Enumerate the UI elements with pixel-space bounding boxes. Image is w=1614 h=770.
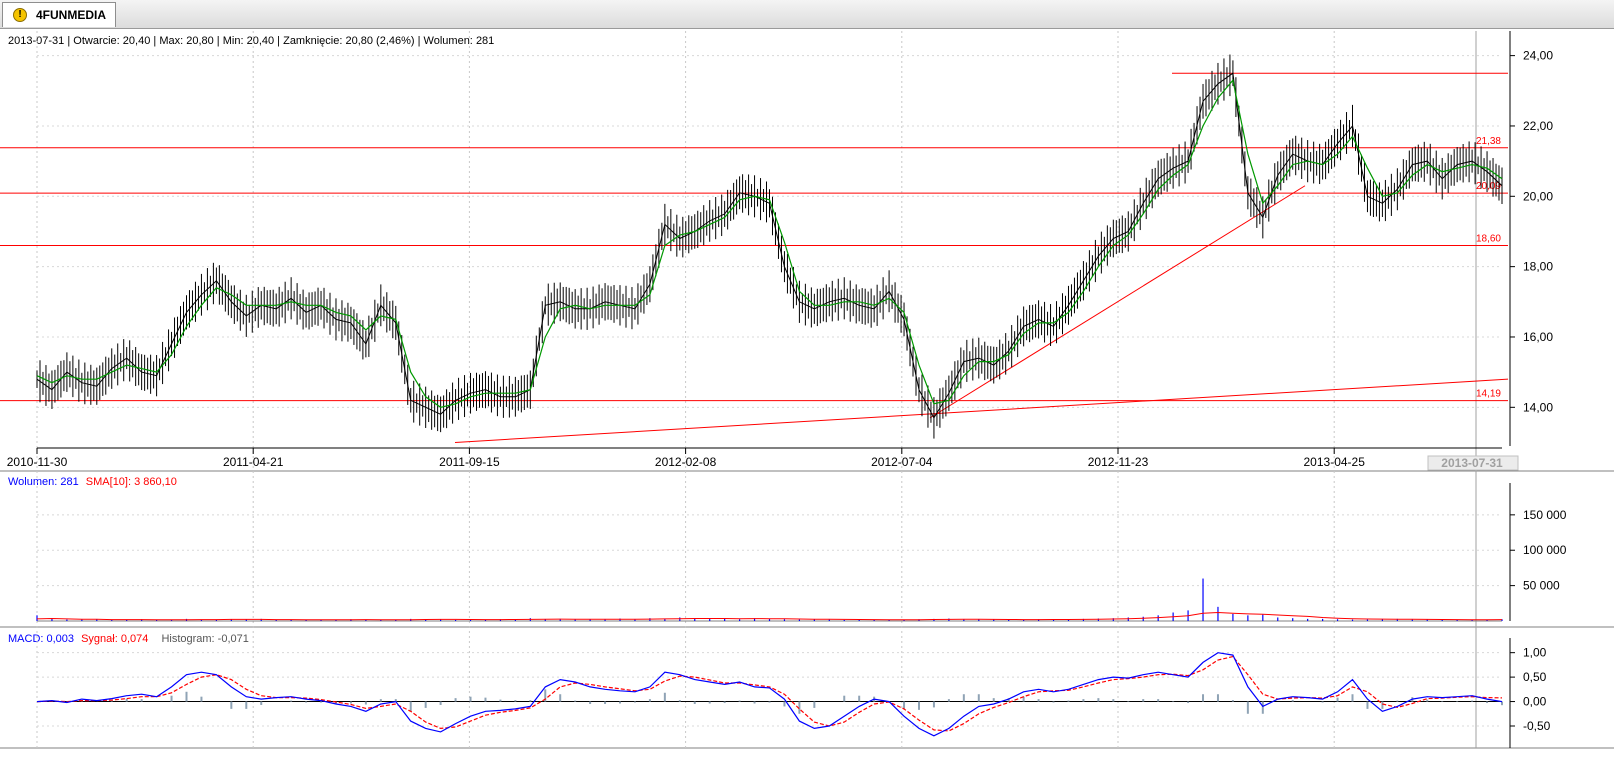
- y-tick-label: 0,50: [1523, 670, 1547, 684]
- volume-sma-line: [36, 611, 1503, 621]
- y-tick-label: 50 000: [1523, 579, 1560, 593]
- level-label: 20,09: [1476, 181, 1501, 192]
- x-tick-label: 2011-09-15: [439, 455, 500, 469]
- tab-4funmedia[interactable]: ! 4FUNMEDIA: [2, 2, 116, 27]
- y-tick-label: 24,00: [1523, 49, 1553, 63]
- level-label: 14,19: [1476, 389, 1501, 400]
- sma-line: [36, 78, 1503, 408]
- y-tick-label: 150 000: [1523, 508, 1567, 522]
- x-tick-label: 2010-11-30: [7, 455, 68, 469]
- y-tick-label: 22,00: [1523, 119, 1553, 133]
- y-tick-label: -0,50: [1523, 719, 1551, 733]
- y-tick-label: 14,00: [1523, 400, 1553, 414]
- level-label: 21,38: [1476, 136, 1501, 147]
- x-tick-label: 2011-04-21: [223, 455, 284, 469]
- warning-icon: !: [13, 8, 27, 22]
- x-tick-label: 2012-07-04: [871, 455, 933, 469]
- x-tick-label: 2012-11-23: [1088, 455, 1149, 469]
- trend-line: [929, 185, 1306, 419]
- tab-bar: ! 4FUNMEDIA: [0, 0, 1614, 29]
- y-tick-label: 18,00: [1523, 260, 1553, 274]
- level-label: 18,60: [1476, 234, 1501, 245]
- chart-area[interactable]: 2010-11-30 2011-04-21 2011-09-15 2012-02-08…: [0, 28, 1614, 770]
- y-tick-label: 100 000: [1523, 543, 1567, 557]
- y-tick-label: 20,00: [1523, 189, 1553, 203]
- x-tick-label: 2013-04-25: [1304, 455, 1366, 469]
- y-tick-label: 16,00: [1523, 330, 1553, 344]
- trend-line: [454, 378, 1509, 443]
- x-tick-label: 2012-02-08: [655, 455, 717, 469]
- tab-label: 4FUNMEDIA: [36, 8, 107, 22]
- y-tick-label: 0,00: [1523, 695, 1547, 709]
- y-tick-label: 1,00: [1523, 646, 1547, 660]
- signal-line: [36, 655, 1503, 732]
- cursor-date-label: 2013-07-31: [1441, 456, 1503, 470]
